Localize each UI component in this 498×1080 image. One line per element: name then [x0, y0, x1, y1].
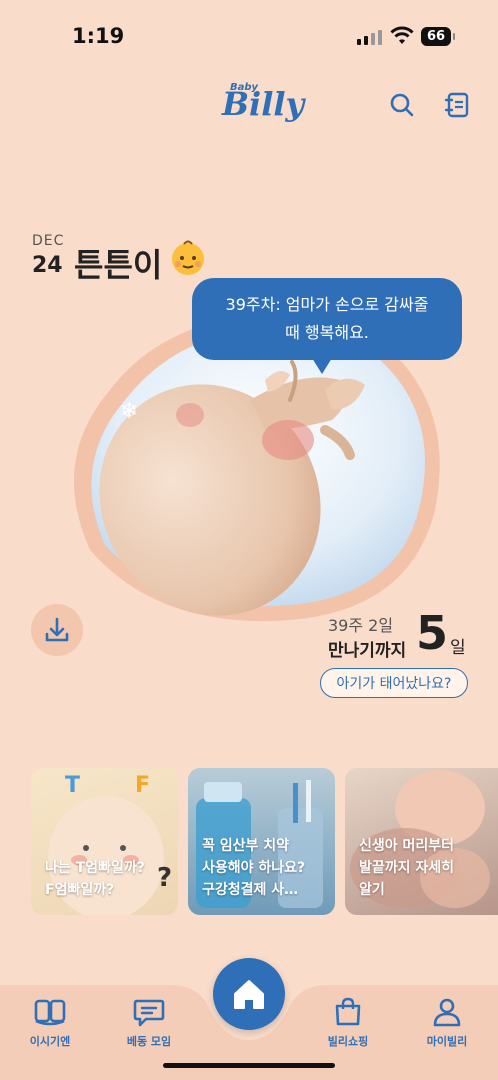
- countdown-unit: 일: [450, 638, 466, 658]
- status-bar: 1:19 66: [0, 0, 498, 75]
- status-time: 1:19: [72, 24, 125, 48]
- chat-icon: [133, 999, 165, 1027]
- card-2-title: 꼭 임산부 치약 사용해야 하나요? 구강청결제 사…: [202, 835, 327, 901]
- home-icon: [234, 980, 264, 1009]
- wifi-icon: [390, 26, 414, 44]
- person-icon: [433, 998, 461, 1027]
- card-3-line-3: 알기: [359, 882, 385, 898]
- cellular-signal-icon: [357, 30, 382, 45]
- card-2-line-3: 구강청결제 사…: [202, 882, 299, 898]
- content-card-3[interactable]: 신생아 머리부터 발끝까지 자세히 알기: [345, 768, 498, 915]
- book-open-icon: [34, 999, 66, 1026]
- card-1-letter-t: T: [65, 773, 80, 798]
- download-icon: [45, 617, 69, 642]
- nav-label-this-period: 이시기엔: [29, 1035, 71, 1048]
- notebook-icon[interactable]: [443, 91, 471, 119]
- nav-item-this-period[interactable]: 이시기엔: [5, 997, 95, 1049]
- card-3-line-2: 발끝까지 자세히: [359, 860, 455, 876]
- nav-item-my-billy[interactable]: 마이빌리: [402, 997, 492, 1049]
- card-3-title: 신생아 머리부터 발끝까지 자세히 알기: [359, 835, 490, 901]
- card-2-line-1: 꼭 임산부 치약: [202, 838, 290, 854]
- pregnancy-week: 39주 2일: [328, 616, 394, 635]
- nav-label-shopping: 빌리쇼핑: [327, 1035, 369, 1048]
- nav-label-my-billy: 마이빌리: [426, 1035, 468, 1048]
- nav-item-shopping[interactable]: 빌리쇼핑: [303, 997, 393, 1049]
- countdown-days: 5: [416, 606, 449, 660]
- content-card-2[interactable]: 꼭 임산부 치약 사용해야 하나요? 구강청결제 사…: [188, 768, 335, 915]
- baby-name: 튼튼이: [74, 246, 163, 284]
- bubble-line-1: 39주차: 엄마가 손으로 감싸줄: [225, 295, 429, 314]
- app-header: Baby Billy: [0, 75, 498, 135]
- due-month: DEC: [32, 233, 65, 249]
- card-3-line-1: 신생아 머리부터: [359, 838, 455, 854]
- logo-text: Billy: [222, 85, 305, 123]
- card-1-line-1: 나는 T엄빠일까?: [45, 860, 145, 876]
- download-button[interactable]: [31, 604, 83, 656]
- card-1-title: 나는 T엄빠일까? F엄빠일까?: [45, 857, 170, 901]
- home-indicator: [163, 1063, 335, 1068]
- nav-label-community: 베동 모임: [126, 1035, 172, 1048]
- card-1-letter-f: F: [135, 773, 150, 798]
- search-icon[interactable]: [388, 91, 416, 119]
- baby-born-button[interactable]: 아기가 태어났나요?: [320, 668, 468, 698]
- shopping-bag-icon: [335, 997, 361, 1026]
- baby-face-icon: [172, 240, 204, 275]
- nav-item-community[interactable]: 베동 모임: [104, 997, 194, 1049]
- bubble-line-2: 때 행복해요.: [285, 323, 369, 342]
- speech-bubble: 39주차: 엄마가 손으로 감싸줄 때 행복해요.: [192, 278, 462, 374]
- content-card-1[interactable]: T F ? 나는 T엄빠일까? F엄빠일까?: [31, 768, 178, 915]
- due-date: DEC 24: [32, 233, 65, 278]
- card-1-line-2: F엄빠일까?: [45, 882, 115, 898]
- due-day: 24: [32, 253, 63, 278]
- svg-text:❄: ❄: [120, 399, 138, 424]
- battery-indicator: 66: [421, 27, 455, 46]
- countdown-label: 만나기까지: [328, 641, 407, 661]
- home-button[interactable]: [213, 958, 285, 1030]
- app-logo: Baby Billy: [222, 79, 304, 129]
- card-2-line-2: 사용해야 하나요?: [202, 860, 306, 876]
